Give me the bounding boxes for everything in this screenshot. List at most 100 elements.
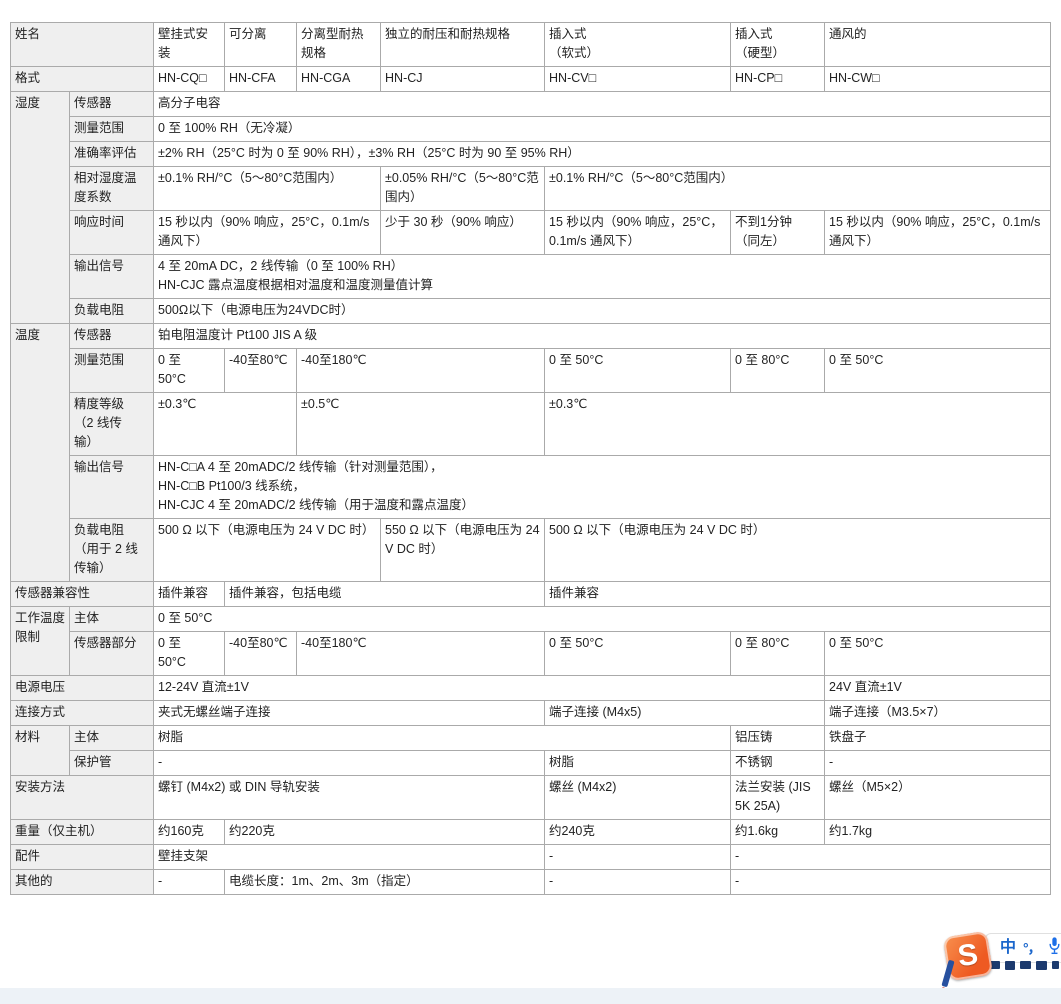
spec-cell: 铝压铸 (731, 726, 825, 751)
spec-cell: 分离型耐热 规格 (297, 23, 381, 67)
row-header-cell: 测量范围 (70, 349, 154, 393)
table-row: 湿度传感器高分子电容 (11, 92, 1051, 117)
spec-cell: 4 至 20mA DC，2 线传输（0 至 100% RH） HN-CJC 露点… (154, 255, 1051, 299)
spec-cell: 0 至 80°C (731, 632, 825, 676)
row-header-cell: 湿度 (11, 92, 70, 324)
spec-cell: 约240克 (545, 820, 731, 845)
spec-cell: 端子连接（M3.5×7） (825, 701, 1051, 726)
spec-cell: 0 至 100% RH（无冷凝） (154, 117, 1051, 142)
spec-cell: -40至80℃ (225, 632, 297, 676)
row-header-cell: 测量范围 (70, 117, 154, 142)
spec-cell: 螺丝（M5×2） (825, 776, 1051, 820)
spec-cell: 12-24V 直流±1V (154, 676, 825, 701)
spec-cell: 0 至 50°C (545, 632, 731, 676)
spec-cell: HN-CJ (381, 67, 545, 92)
spec-cell: 约220克 (225, 820, 545, 845)
spec-cell: 铁盘子 (825, 726, 1051, 751)
row-header-cell: 输出信号 (70, 255, 154, 299)
spec-cell: ±0.1% RH/°C（5～80°C范围内） (154, 167, 381, 211)
ime-toolbar[interactable]: 中 °， (985, 933, 1061, 963)
row-header-cell: 传感器兼容性 (11, 582, 154, 607)
spec-cell: HN-CP□ (731, 67, 825, 92)
table-row: 连接方式夹式无螺丝端子连接端子连接 (M4x5)端子连接（M3.5×7） (11, 701, 1051, 726)
spec-cell: 壁挂式安 装 (154, 23, 225, 67)
spec-cell: 独立的耐压和耐热规格 (381, 23, 545, 67)
spec-cell: HN-CV□ (545, 67, 731, 92)
row-header-cell: 负载电阻 （用于 2 线 传输） (70, 519, 154, 582)
microphone-icon[interactable] (1048, 935, 1061, 962)
ime-punctuation-toggle[interactable]: °， (1023, 941, 1041, 955)
row-header-cell: 材料 (11, 726, 70, 776)
row-header-cell: 格式 (11, 67, 154, 92)
table-row: 相对湿度温 度系数±0.1% RH/°C（5～80°C范围内）±0.05% RH… (11, 167, 1051, 211)
spec-cell: 插件兼容 (545, 582, 1051, 607)
spec-cell: 约1.6kg (731, 820, 825, 845)
row-header-cell: 传感器 (70, 92, 154, 117)
spec-cell: -40至180℃ (297, 632, 545, 676)
table-row: 温度传感器铂电阻温度计 Pt100 JIS A 级 (11, 324, 1051, 349)
spec-cell: 550 Ω 以下（电源电压为 24 V DC 时） (381, 519, 545, 582)
spec-cell: 500 Ω 以下（电源电压为 24 V DC 时） (154, 519, 381, 582)
row-header-cell: 电源电压 (11, 676, 154, 701)
row-header-cell: 其他的 (11, 870, 154, 895)
table-row: 电源电压12-24V 直流±1V24V 直流±1V (11, 676, 1051, 701)
spec-cell: 15 秒以内（90% 响应，25°C，0.1m/s 通风下） (545, 211, 731, 255)
row-header-cell: 负载电阻 (70, 299, 154, 324)
spec-cell: 0 至 80°C (731, 349, 825, 393)
table-row: 安装方法螺钉 (M4x2) 或 DIN 导轨安装螺丝 (M4x2)法兰安装 (J… (11, 776, 1051, 820)
row-header-cell: 准确率评估 (70, 142, 154, 167)
spec-cell: 不锈钢 (731, 751, 825, 776)
spec-cell: - (731, 870, 1051, 895)
spec-cell: 法兰安装 (JIS 5K 25A) (731, 776, 825, 820)
row-header-cell: 输出信号 (70, 456, 154, 519)
spec-cell: HN-CW□ (825, 67, 1051, 92)
spec-cell: 0 至 50°C (154, 607, 1051, 632)
table-row: 材料主体树脂铝压铸铁盘子 (11, 726, 1051, 751)
table-row: 输出信号4 至 20mA DC，2 线传输（0 至 100% RH） HN-CJ… (11, 255, 1051, 299)
spec-cell: 壁挂支架 (154, 845, 545, 870)
spec-cell: 0 至 50°C (545, 349, 731, 393)
spec-cell: -40至80℃ (225, 349, 297, 393)
table-row: 测量范围0 至 50°C-40至80℃-40至180℃0 至 50°C0 至 8… (11, 349, 1051, 393)
spec-cell: 500 Ω 以下（电源电压为 24 V DC 时） (545, 519, 1051, 582)
spec-cell: - (545, 845, 731, 870)
table-row: 姓名壁挂式安 装可分离分离型耐热 规格独立的耐压和耐热规格插入式 （软式）插入式… (11, 23, 1051, 67)
spec-cell: 500Ω以下（电源电压为24VDC时） (154, 299, 1051, 324)
spec-cell: 可分离 (225, 23, 297, 67)
spec-cell: 0 至 50°C (154, 632, 225, 676)
spec-cell: 24V 直流±1V (825, 676, 1051, 701)
table-row: 负载电阻500Ω以下（电源电压为24VDC时） (11, 299, 1051, 324)
spec-cell: - (731, 845, 1051, 870)
sogou-logo-letter: S (956, 940, 980, 972)
row-header-cell: 安装方法 (11, 776, 154, 820)
spec-cell: - (154, 870, 225, 895)
row-header-cell: 姓名 (11, 23, 154, 67)
spec-cell: ±0.5℃ (297, 393, 545, 456)
table-row: 配件壁挂支架-- (11, 845, 1051, 870)
spec-cell: 0 至 50°C (154, 349, 225, 393)
spec-cell: ±0.1% RH/°C（5～80°C范围内） (545, 167, 1051, 211)
spec-cell: - (154, 751, 545, 776)
row-header-cell: 保护管 (70, 751, 154, 776)
table-row: 格式HN-CQ□HN-CFAHN-CGAHN-CJHN-CV□HN-CP□HN-… (11, 67, 1051, 92)
spec-cell: 树脂 (154, 726, 731, 751)
ime-language-toggle[interactable]: 中 (1000, 940, 1016, 956)
spec-cell: 插件兼容 (154, 582, 225, 607)
spec-cell: 插件兼容，包括电缆 (225, 582, 545, 607)
row-header-cell: 重量（仅主机） (11, 820, 154, 845)
spec-cell: HN-CFA (225, 67, 297, 92)
bottom-strip (0, 988, 1061, 1004)
row-header-cell: 主体 (70, 607, 154, 632)
row-header-cell: 相对湿度温 度系数 (70, 167, 154, 211)
spec-table-body: 姓名壁挂式安 装可分离分离型耐热 规格独立的耐压和耐热规格插入式 （软式）插入式… (11, 23, 1051, 895)
table-row: 其他的-电缆长度：1m、2m、3m（指定）-- (11, 870, 1051, 895)
spec-cell: 树脂 (545, 751, 731, 776)
spec-cell: ±0.3℃ (545, 393, 1051, 456)
spec-cell: 15 秒以内（90% 响应，25°C，0.1m/s 通风下） (825, 211, 1051, 255)
spec-cell: 不到1分钟 （同左） (731, 211, 825, 255)
row-header-cell: 精度等级 （2 线传 输） (70, 393, 154, 456)
spec-cell: ±0.05% RH/°C（5～80°C范围内） (381, 167, 545, 211)
row-header-cell: 工作温度限制 (11, 607, 70, 676)
spec-cell: 通风的 (825, 23, 1051, 67)
spec-cell: 高分子电容 (154, 92, 1051, 117)
